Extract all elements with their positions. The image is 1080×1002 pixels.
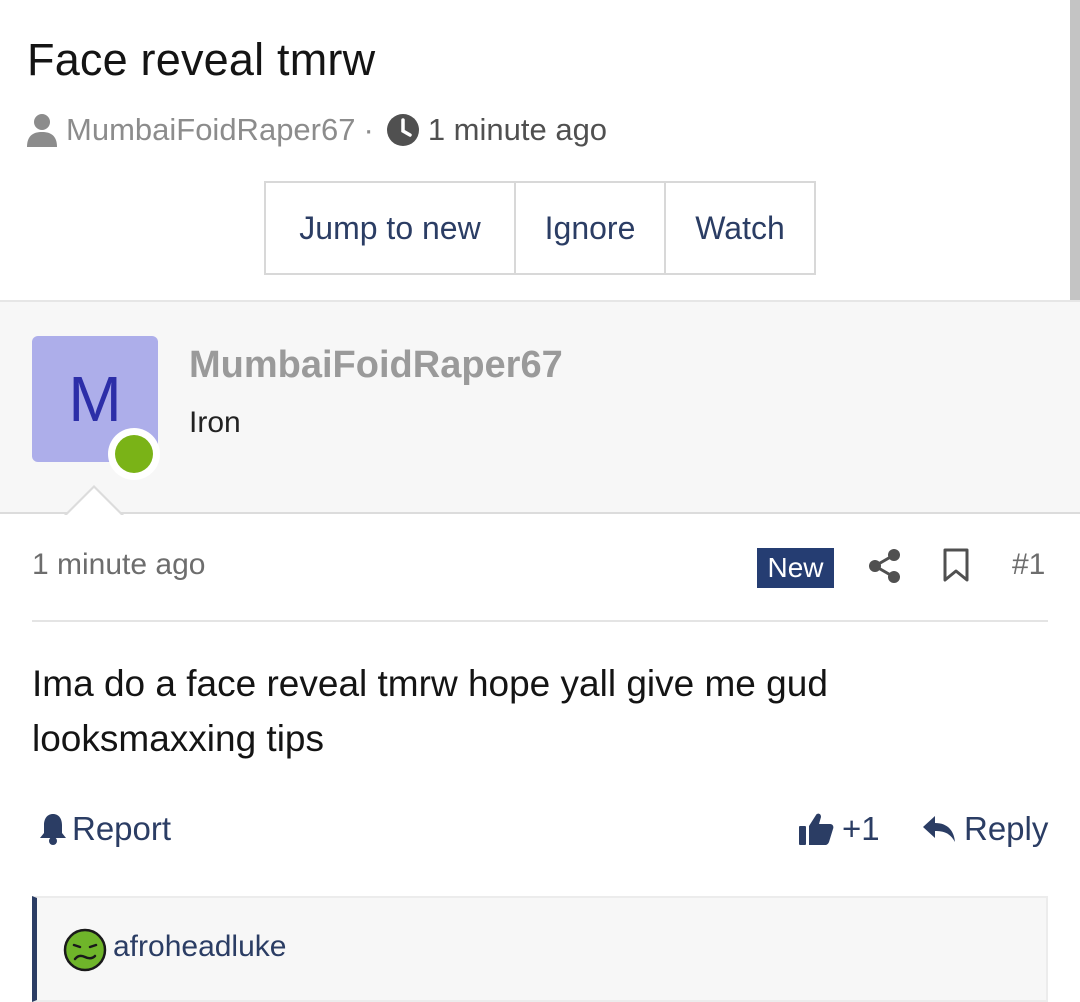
user-title: Iron bbox=[189, 406, 241, 439]
reactions-bar[interactable]: afroheadluke bbox=[32, 896, 1048, 1002]
thread-action-buttons: Jump to new Ignore Watch bbox=[264, 181, 816, 275]
share-icon[interactable] bbox=[868, 548, 902, 584]
post-divider bbox=[32, 620, 1048, 622]
reply-label: Reply bbox=[964, 810, 1049, 847]
reactor-link[interactable]: afroheadluke bbox=[113, 930, 286, 964]
jump-to-new-button[interactable]: Jump to new bbox=[266, 183, 516, 273]
thumbs-up-icon bbox=[799, 813, 834, 845]
report-label: Report bbox=[72, 810, 172, 847]
online-status-indicator bbox=[108, 428, 160, 480]
bell-icon bbox=[40, 814, 66, 845]
clock-icon bbox=[386, 114, 419, 146]
post-number-link[interactable]: #1 bbox=[1012, 548, 1045, 582]
reply-button[interactable]: Reply bbox=[922, 808, 1048, 850]
bookmark-icon[interactable] bbox=[942, 548, 970, 582]
reply-arrow-icon bbox=[923, 816, 955, 842]
post-username[interactable]: MumbaiFoidRaper67 bbox=[189, 344, 563, 387]
post-body: Ima do a face reveal tmrw hope yall give… bbox=[32, 663, 828, 759]
post-user-block: M MumbaiFoidRaper67 Iron bbox=[0, 300, 1080, 514]
meta-separator: · bbox=[363, 112, 374, 147]
watch-button[interactable]: Watch bbox=[666, 183, 814, 273]
report-button[interactable]: Report bbox=[38, 808, 171, 850]
like-count: +1 bbox=[842, 810, 880, 847]
user-icon bbox=[27, 114, 57, 147]
like-button[interactable]: +1 bbox=[798, 808, 880, 850]
thread-title: Face reveal tmrw bbox=[27, 34, 376, 85]
nauseated-face-icon bbox=[63, 928, 107, 972]
thread-author-link[interactable]: MumbaiFoidRaper67 bbox=[66, 112, 355, 148]
ignore-button[interactable]: Ignore bbox=[516, 183, 666, 273]
thread-meta: MumbaiFoidRaper67 · 1 minute ago bbox=[26, 110, 607, 150]
thread-time[interactable]: 1 minute ago bbox=[428, 112, 607, 148]
post-time[interactable]: 1 minute ago bbox=[32, 548, 205, 582]
new-badge: New bbox=[757, 548, 834, 588]
thread-page: Face reveal tmrw MumbaiFoidRaper67 · 1 m… bbox=[0, 0, 1080, 1002]
